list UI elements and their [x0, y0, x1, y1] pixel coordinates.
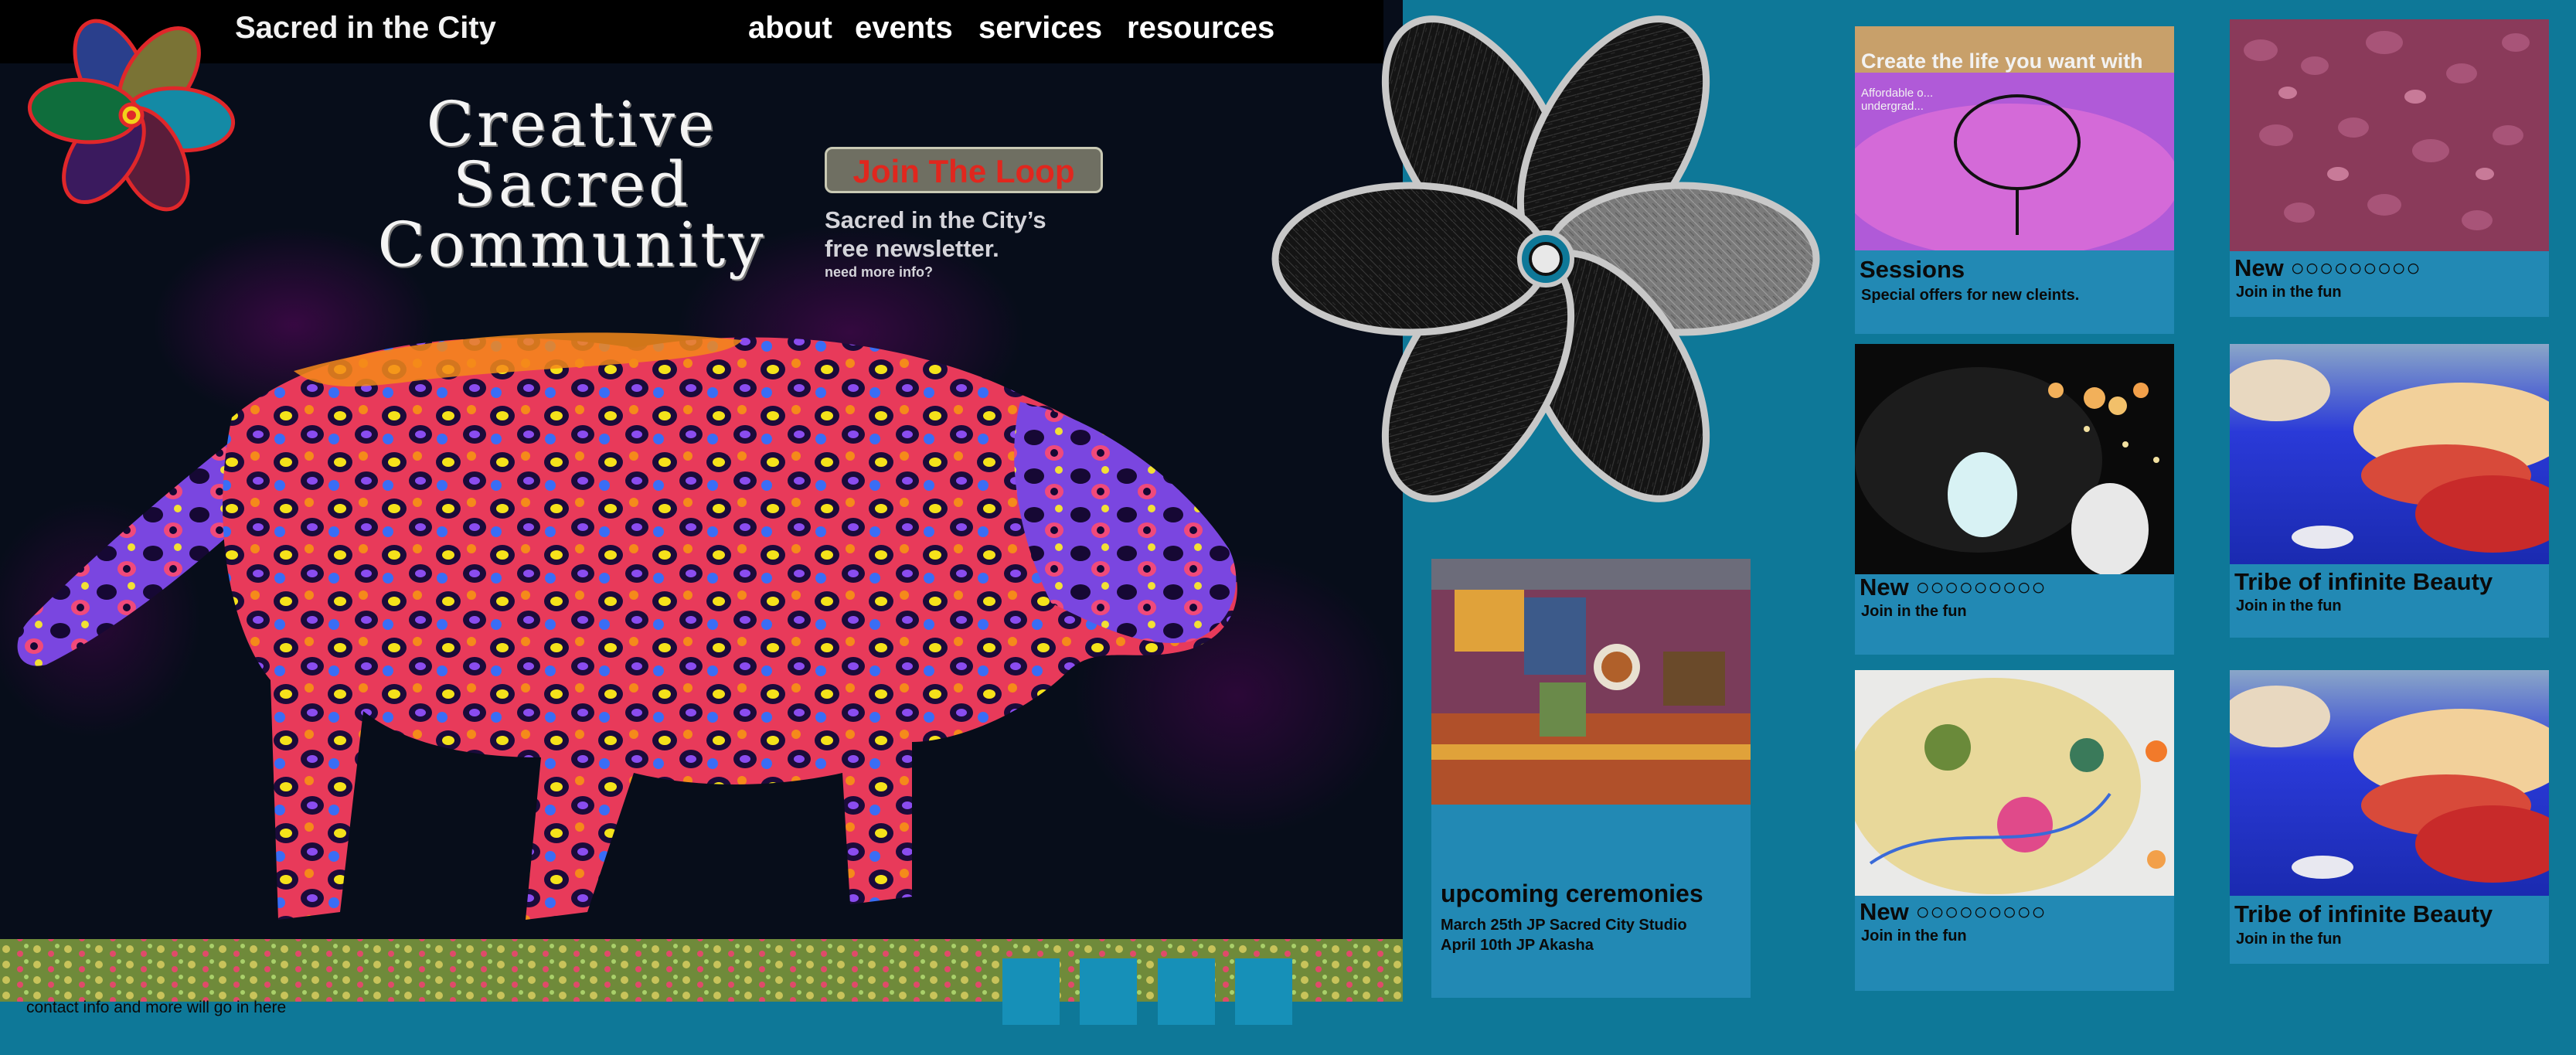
ceremony-date-1: March 25th JP Sacred City Studio [1441, 917, 1687, 934]
card-title: New ○○○○○○○○○ [2234, 254, 2421, 281]
altar-offering-image [1855, 670, 2174, 896]
jaguar-illustration [0, 332, 1403, 1002]
new-card-3[interactable]: New ○○○○○○○○○ Join in the fun [2230, 19, 2549, 317]
newsletter-line-2: free newsletter. [825, 235, 999, 262]
ceremony-date-2: April 10th JP Akasha [1441, 937, 1594, 954]
hero-panel: Sacred in the City about events services… [0, 0, 1403, 1002]
hero-headline: Creative Sacred Community [340, 88, 804, 281]
footer-social-button-3[interactable] [1158, 958, 1215, 1025]
card-title: New ○○○○○○○○○ [1860, 898, 2046, 925]
ceremonies-title: upcoming ceremonies [1441, 880, 1703, 907]
headline-line-1: Creative [426, 88, 718, 160]
footer-social-button-1[interactable] [1002, 958, 1060, 1025]
sessions-card[interactable]: Create the life you want with Affordable… [1855, 26, 2174, 334]
footer-social-button-4[interactable] [1235, 958, 1292, 1025]
card-title: Sessions [1860, 256, 1965, 283]
more-info-link[interactable]: need more info? [825, 264, 933, 281]
tribe-card-2[interactable]: Tribe of infinite Beauty Join in the fun [2230, 670, 2549, 964]
card-title: New ○○○○○○○○○ [1860, 573, 2046, 601]
card-title: Tribe of infinite Beauty [2234, 568, 2493, 595]
nav-events[interactable]: events [855, 11, 953, 46]
sessions-banner-text: Create the life you want with [1861, 49, 2143, 73]
logo-flower-icon[interactable] [15, 11, 247, 220]
night-lights-image [1855, 344, 2174, 574]
footer-social-button-2[interactable] [1080, 958, 1137, 1025]
sessions-banner-sub: Affordable o... undergrad... [1861, 87, 1934, 113]
ceremony-altar-image [1431, 559, 1751, 805]
sky-clouds-image [2230, 670, 2549, 896]
join-the-loop-button[interactable]: Join The Loop [825, 147, 1103, 193]
pebbles-image [2230, 19, 2549, 251]
newsletter-line-1: Sacred in the City’s [825, 206, 1046, 233]
new-card-1[interactable]: New ○○○○○○○○○ Join in the fun [1855, 344, 2174, 655]
card-subtitle: Join in the fun [2236, 284, 2342, 301]
newsletter-text: Sacred in the City’s free newsletter. [825, 206, 1046, 263]
ceremonies-card[interactable]: upcoming ceremonies March 25th JP Sacred… [1431, 559, 1751, 998]
card-subtitle: Join in the fun [1861, 603, 1967, 620]
card-subtitle: Special offers for new cleints. [1861, 287, 2080, 304]
card-subtitle: Join in the fun [1861, 927, 1967, 944]
headline-line-3: Community [377, 209, 767, 281]
new-card-2[interactable]: New ○○○○○○○○○ Join in the fun [1855, 670, 2174, 991]
tribe-card-1[interactable]: Tribe of infinite Beauty Join in the fun [2230, 344, 2549, 638]
card-subtitle: Join in the fun [2236, 597, 2342, 614]
sky-clouds-image [2230, 344, 2549, 564]
sacred-flower-graphic [1271, 15, 1820, 502]
nav-services[interactable]: services [978, 11, 1102, 46]
footer-contact-text: contact info and more will go in here [26, 999, 287, 1016]
headline-line-2: Sacred [452, 148, 692, 220]
site-title[interactable]: Sacred in the City [235, 11, 496, 46]
card-title: Tribe of infinite Beauty [2234, 900, 2493, 927]
nav-about[interactable]: about [748, 11, 832, 46]
card-subtitle: Join in the fun [2236, 931, 2342, 948]
